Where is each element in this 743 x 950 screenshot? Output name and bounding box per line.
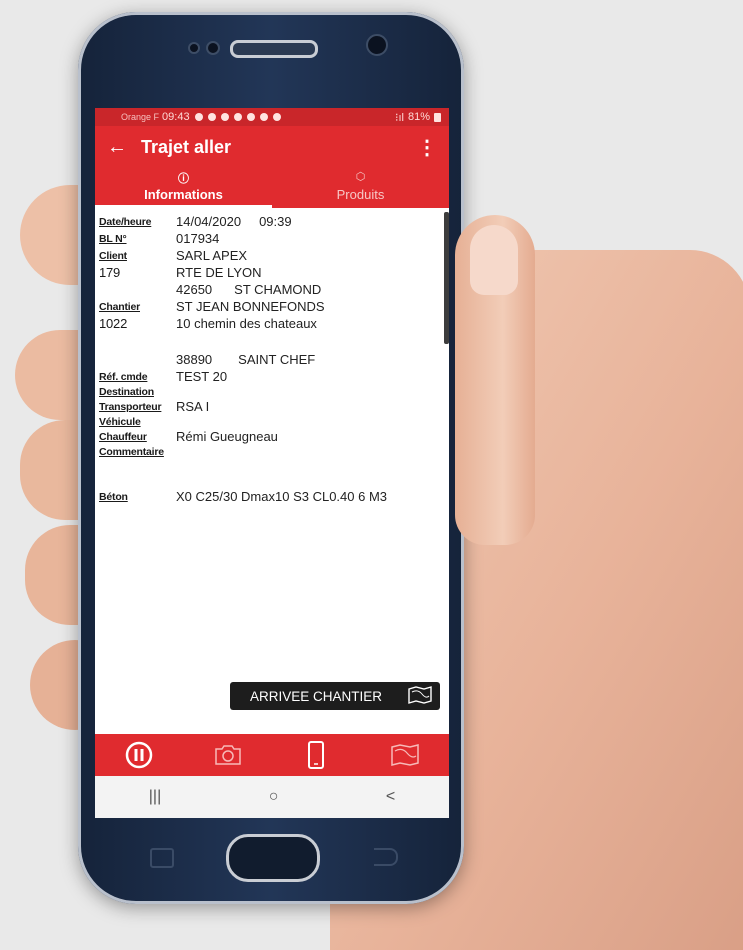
transporteur-label: Transporteur bbox=[99, 401, 162, 413]
time-value: 09:39 bbox=[259, 214, 292, 229]
box-icon: ⬡ bbox=[355, 171, 366, 183]
phone-icon bbox=[308, 741, 325, 769]
status-bar: Orange F 09:43 ⁝ıl 81% bbox=[95, 108, 449, 126]
location-icon bbox=[246, 113, 255, 121]
beton-value: X0 C25/30 Dmax10 S3 CL0.40 6 M3 bbox=[176, 489, 388, 504]
recent-apps-icon[interactable]: ||| bbox=[149, 788, 161, 806]
date-value: 14/04/2020 bbox=[176, 214, 242, 229]
back-icon[interactable]: < bbox=[386, 788, 395, 806]
date-label: Date/heure bbox=[99, 216, 152, 228]
ref-value: TEST 20 bbox=[176, 369, 228, 384]
page-title: Trajet aller bbox=[141, 136, 232, 157]
earpiece-speaker bbox=[230, 40, 318, 58]
pause-icon bbox=[126, 741, 153, 769]
thumbnail bbox=[470, 225, 518, 295]
beton-label: Béton bbox=[99, 491, 128, 503]
sensor-icon bbox=[188, 42, 200, 54]
camera-icon bbox=[215, 745, 241, 765]
chantier-city: SAINT CHEF bbox=[238, 352, 316, 367]
client-name: SARL APEX bbox=[176, 248, 248, 263]
hardware-home-button[interactable] bbox=[226, 834, 320, 882]
client-city: ST CHAMOND bbox=[234, 282, 322, 297]
status-time: 09:43 bbox=[162, 111, 190, 123]
carrier-name: Orange F bbox=[121, 112, 160, 122]
phone-screen: Orange F 09:43 ⁝ıl 81% ← Trajet aller ⋮ … bbox=[95, 108, 449, 818]
battery-icon bbox=[434, 112, 441, 122]
chantier-name: ST JEAN BONNEFONDS bbox=[176, 299, 325, 314]
arrow-left-icon[interactable]: ← bbox=[107, 136, 141, 159]
chantier-street: 10 chemin des chateaux bbox=[176, 316, 317, 331]
info-icon: ⓘ bbox=[178, 173, 189, 185]
destination-label: Destination bbox=[99, 386, 154, 398]
camera-button[interactable] bbox=[208, 739, 248, 771]
tab-informations[interactable]: ⓘ Informations bbox=[95, 168, 272, 208]
chantier-label: Chantier bbox=[99, 301, 140, 313]
scrollbar[interactable] bbox=[444, 212, 449, 344]
delivery-details: Date/heure 14/04/2020 09:39 BL N° 017934… bbox=[95, 208, 449, 742]
commentaire-label: Commentaire bbox=[99, 446, 164, 458]
client-street: RTE DE LYON bbox=[176, 265, 262, 280]
map-button[interactable] bbox=[385, 739, 425, 771]
transporteur-value: RSA I bbox=[176, 399, 210, 414]
signal-icon: ⁝ıl bbox=[394, 111, 404, 124]
sensor-icon bbox=[206, 41, 220, 55]
home-icon[interactable]: ○ bbox=[269, 788, 279, 806]
android-nav-bar: ||| ○ < bbox=[95, 776, 449, 818]
arrivee-chantier-label: ARRIVEE CHANTIER bbox=[250, 688, 383, 704]
whatsapp-icon bbox=[194, 113, 203, 121]
bl-value: 017934 bbox=[176, 231, 220, 246]
tab-label: Produits bbox=[336, 187, 385, 202]
more-vert-icon[interactable]: ⋮ bbox=[417, 135, 437, 160]
hardware-back-icon bbox=[374, 848, 398, 866]
chantier-code: 1022 bbox=[99, 316, 128, 331]
client-label: Client bbox=[99, 250, 127, 262]
client-zip: 42650 bbox=[176, 282, 213, 297]
chantier-zip: 38890 bbox=[176, 352, 213, 367]
pause-button[interactable] bbox=[119, 739, 159, 771]
front-camera-icon bbox=[366, 34, 388, 56]
message-icon bbox=[272, 113, 281, 121]
chauffeur-label: Chauffeur bbox=[99, 431, 147, 443]
bottom-action-bar bbox=[95, 734, 449, 776]
tab-bar: ⓘ Informations ⬡ Produits bbox=[95, 168, 449, 208]
arrivee-chantier-button[interactable]: ARRIVEE CHANTIER bbox=[230, 682, 440, 710]
battery-percent: 81% bbox=[407, 111, 430, 123]
app-bar: ← Trajet aller ⋮ bbox=[95, 126, 449, 168]
client-code: 179 bbox=[99, 265, 121, 280]
map-icon bbox=[408, 686, 432, 704]
hardware-recent-apps-icon bbox=[150, 848, 174, 868]
notification-icon bbox=[207, 113, 216, 121]
map-icon bbox=[391, 744, 419, 766]
tab-label: Informations bbox=[144, 187, 223, 202]
vehicule-label: Véhicule bbox=[99, 416, 141, 428]
chauffeur-value: Rémi Gueugneau bbox=[176, 429, 278, 444]
tab-produits[interactable]: ⬡ Produits bbox=[272, 168, 449, 208]
weather-icon bbox=[259, 113, 268, 121]
gmail-icon bbox=[233, 113, 242, 121]
notification-icon bbox=[220, 113, 229, 121]
phone-button[interactable] bbox=[296, 739, 336, 771]
ref-label: Réf. cmde bbox=[99, 371, 148, 383]
bl-label: BL N° bbox=[99, 233, 127, 245]
